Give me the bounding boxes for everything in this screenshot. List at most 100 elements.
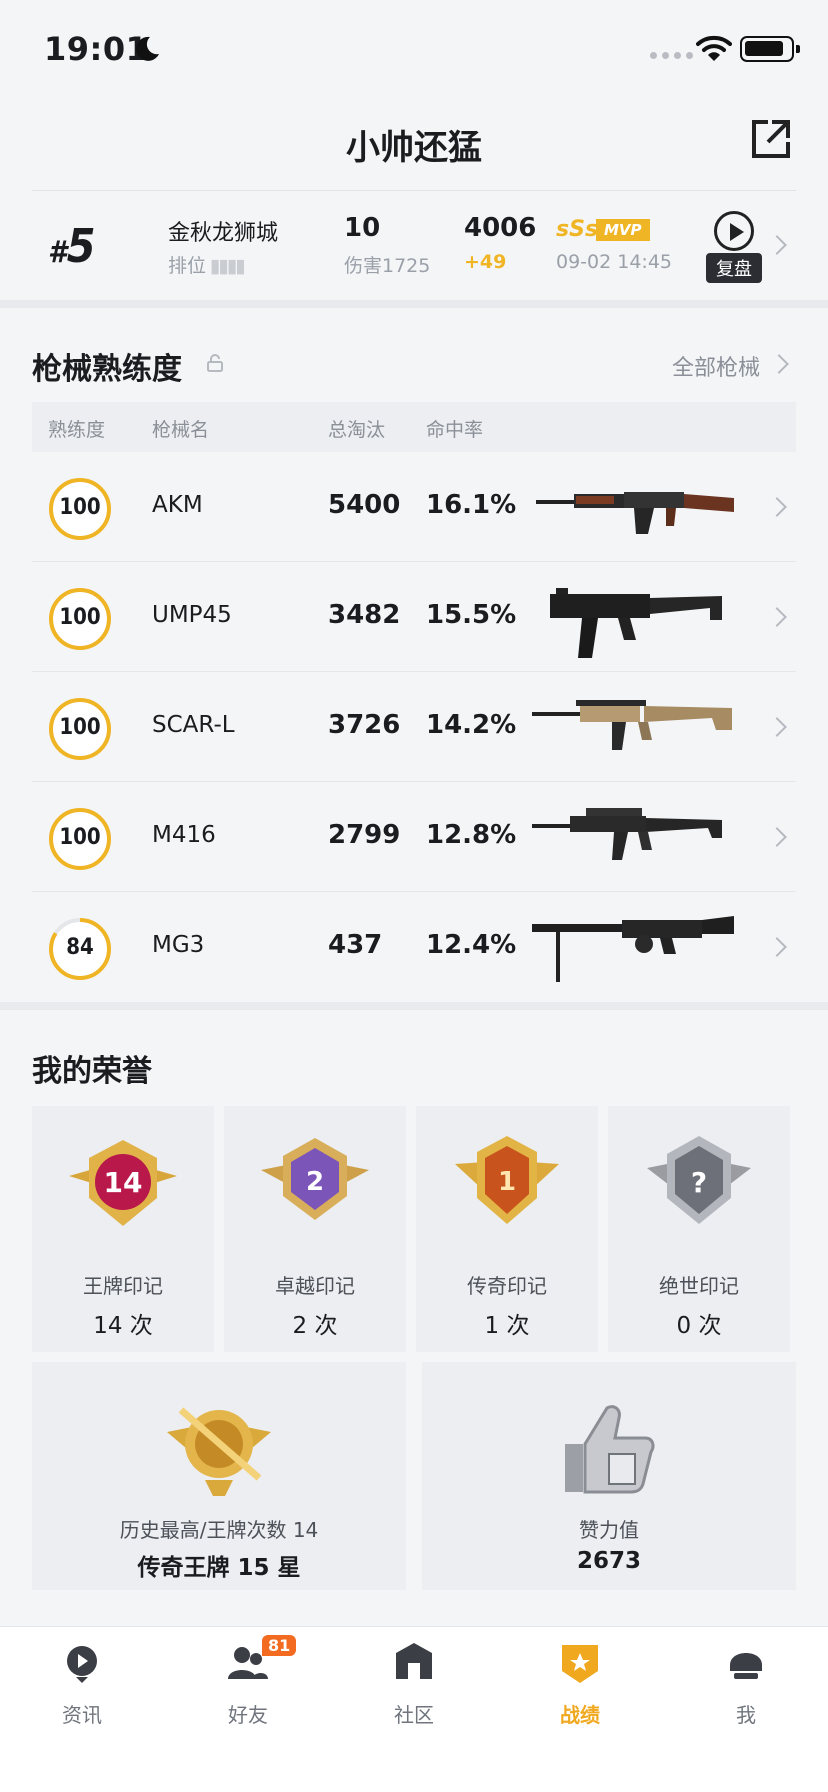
tab-news[interactable]: 资讯 [22,1641,142,1741]
section-divider [0,300,828,308]
tab-label: 战绩 [560,1703,600,1727]
match-map: 金秋龙狮城 [168,221,279,246]
honor-card-peerless[interactable]: ? 绝世印记 0 次 [608,1106,790,1352]
mvp-badge: MVP [596,219,650,241]
best-rank-label: 历史最高/王牌次数 14 [119,1518,319,1542]
mastery-value: 100 [59,715,101,740]
column-kills: 总淘汰 [328,419,386,441]
ace-badge-icon: 14 [69,1140,177,1226]
page-header: 小帅还猛 [0,100,828,188]
chevron-right-icon [767,497,787,517]
honor-card-legend[interactable]: 1 传奇印记 1 次 [416,1106,598,1352]
honor-count: 14 次 [93,1313,153,1339]
match-score-delta: +49 [464,251,507,273]
best-rank-card[interactable]: 历史最高/王牌次数 14 传奇王牌 15 星 [32,1362,406,1590]
community-icon [396,1643,432,1679]
scar-l-image [532,700,732,750]
mastery-value: 84 [66,935,94,960]
svg-text:1: 1 [498,1167,516,1197]
weapon-name: M416 [152,822,216,848]
weapon-row[interactable]: 84 MG3 437 12.4% [32,892,796,1002]
replay-label: 复盘 [706,253,762,283]
weapons-table-header: 熟练度 枪械名 总淘汰 命中率 [32,402,796,452]
replay-button[interactable]: 复盘 [706,211,762,283]
match-datetime: 09-02 14:45 [556,251,673,273]
weapon-kills: 437 [328,930,383,960]
recent-match-row[interactable]: #5 金秋龙狮城 排位 ▮▮▮▮ 10 伤害1725 4006 +49 sSs … [32,190,796,298]
match-damage: 伤害1725 [344,255,431,277]
mastery-value: 100 [59,605,101,630]
svg-text:?: ? [691,1166,707,1199]
weapon-accuracy: 12.4% [426,930,517,960]
tab-label: 我 [736,1703,756,1727]
honor-name: 王牌印记 [83,1274,163,1298]
mastery-ring [49,478,111,540]
tab-community[interactable]: 社区 [354,1641,474,1741]
excellence-badge-icon: 2 [261,1138,369,1220]
m416-image [532,808,722,860]
all-weapons-link[interactable]: 全部枪械 [672,350,760,382]
weapon-accuracy: 12.8% [426,820,517,850]
honor-count: 0 次 [676,1313,722,1339]
weapon-row[interactable]: 100 UMP45 3482 15.5% [32,562,796,672]
akm-image [536,492,734,534]
weapons-section-title: 枪械熟练度 [32,352,182,387]
weapon-kills: 3726 [328,710,401,740]
lock-icon[interactable] [206,354,224,372]
honor-name: 卓越印记 [275,1274,355,1298]
weapon-accuracy: 15.5% [426,600,517,630]
moon-icon [136,36,159,61]
weapon-name: UMP45 [152,602,232,628]
weapon-name: AKM [152,492,203,518]
legend-badge-icon: 1 [455,1136,559,1224]
wifi-icon [696,35,732,61]
chevron-right-icon [767,827,787,847]
profile-icon [730,1653,762,1679]
signal-dots-icon [650,52,693,59]
weapon-kills: 3482 [328,600,401,630]
match-score: 4006 [464,213,537,243]
chevron-right-icon [769,354,789,374]
mg3-image [532,916,734,982]
tab-label: 好友 [228,1703,268,1727]
bottom-tab-bar: 资讯 81 好友 社区 战绩 我 [0,1626,828,1792]
match-kills: 10 [344,213,381,243]
weapon-name: SCAR-L [152,712,235,738]
mastery-value: 100 [59,825,101,850]
weapon-accuracy: 14.2% [426,710,517,740]
share-icon[interactable] [748,116,794,162]
match-mode: 排位 ▮▮▮▮ [168,255,246,277]
play-icon [714,211,754,251]
weapon-kills: 2799 [328,820,401,850]
tab-records[interactable]: 战绩 [520,1641,640,1741]
page-title: 小帅还猛 [346,128,482,168]
weapon-row[interactable]: 100 SCAR-L 3726 14.2% [32,672,796,782]
likes-value: 2673 [576,1548,641,1574]
weapon-accuracy: 16.1% [426,490,517,520]
weapon-row[interactable]: 100 AKM 5400 16.1% [32,452,796,562]
news-icon [67,1646,97,1683]
weapon-kills: 5400 [328,490,401,520]
svg-text:14: 14 [104,1166,143,1199]
ump45-image [550,588,722,658]
thumbs-up-icon [565,1405,655,1494]
friends-badge: 81 [262,1635,297,1656]
tab-me[interactable]: 我 [686,1641,806,1741]
honor-name: 绝世印记 [659,1274,739,1298]
honor-card-excellence[interactable]: 2 卓越印记 2 次 [224,1106,406,1352]
weapon-row[interactable]: 100 M416 2799 12.8% [32,782,796,892]
peerless-badge-icon: ? [647,1136,751,1224]
svg-text:2: 2 [306,1167,324,1197]
honor-card-ace[interactable]: 14 王牌印记 14 次 [32,1106,214,1352]
best-rank-value: 传奇王牌 15 星 [137,1555,301,1581]
match-rank: #5 [48,219,96,273]
best-rank-badge-icon [167,1407,271,1496]
likes-card[interactable]: 赞力值 2673 [422,1362,796,1590]
chevron-right-icon [767,717,787,737]
chevron-right-icon [767,607,787,627]
tab-label: 资讯 [62,1703,102,1727]
chevron-right-icon [767,235,787,255]
tab-friends[interactable]: 81 好友 [188,1635,308,1741]
chevron-right-icon [767,937,787,957]
weapon-name: MG3 [152,932,205,958]
